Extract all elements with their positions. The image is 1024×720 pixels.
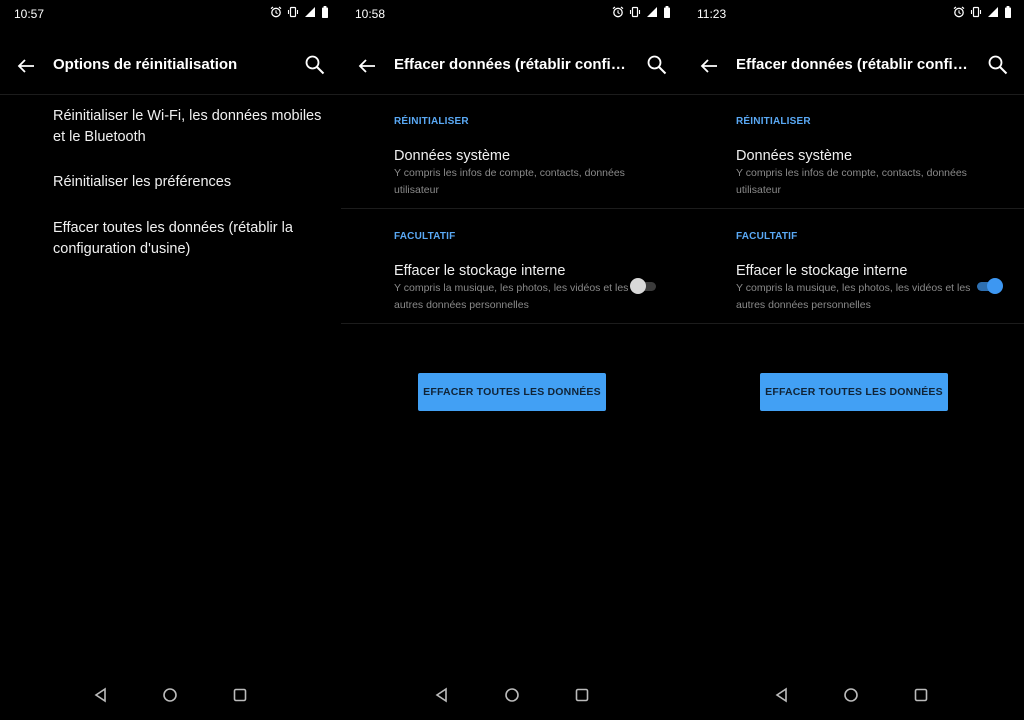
toggle-thumb bbox=[987, 278, 1003, 294]
section-label-optional: FACULTATIF bbox=[736, 231, 798, 242]
erase-storage-toggle[interactable] bbox=[975, 276, 1003, 296]
divider bbox=[341, 208, 683, 209]
search-icon[interactable] bbox=[645, 53, 669, 77]
nav-bar bbox=[683, 674, 1024, 720]
vibrate-icon bbox=[287, 6, 299, 18]
section-label-reset: RÉINITIALISER bbox=[736, 116, 811, 127]
system-data-title: Données système bbox=[736, 148, 853, 164]
screen-erase-data-off: 10:58 Effacer données (rétablir config. … bbox=[341, 0, 683, 720]
erase-storage-title[interactable]: Effacer le stockage interne bbox=[736, 263, 907, 279]
status-time: 11:23 bbox=[697, 7, 727, 21]
status-time: 10:58 bbox=[355, 7, 386, 21]
signal-icon bbox=[988, 7, 998, 17]
system-data-subtitle: Y compris les infos de compte, contacts,… bbox=[394, 167, 625, 196]
app-bar: Effacer données (rétablir config. d... bbox=[341, 36, 683, 95]
battery-icon bbox=[1005, 6, 1011, 18]
divider bbox=[341, 323, 683, 324]
alarm-icon bbox=[612, 6, 624, 18]
divider bbox=[683, 208, 1024, 209]
signal-icon bbox=[647, 7, 657, 17]
nav-recents-icon[interactable] bbox=[231, 686, 249, 704]
nav-back-icon[interactable] bbox=[92, 686, 110, 704]
nav-recents-icon[interactable] bbox=[912, 686, 930, 704]
section-label-optional: FACULTATIF bbox=[394, 231, 456, 242]
nav-home-icon[interactable] bbox=[842, 686, 860, 704]
status-icons bbox=[270, 6, 329, 18]
system-data-subtitle: Y compris les infos de compte, contacts,… bbox=[736, 167, 967, 196]
nav-home-icon[interactable] bbox=[503, 686, 521, 704]
status-icons bbox=[612, 6, 671, 18]
menu-item-reset-network[interactable]: Réinitialiser le Wi-Fi, les données mobi… bbox=[53, 106, 333, 148]
app-bar: Effacer données (rétablir config. d... bbox=[683, 36, 1024, 95]
erase-all-data-button[interactable]: EFFACER TOUTES LES DONNÉES bbox=[418, 373, 606, 411]
divider bbox=[683, 323, 1024, 324]
menu-item-factory-reset[interactable]: Effacer toutes les données (rétablir la … bbox=[53, 218, 333, 260]
nav-back-icon[interactable] bbox=[433, 686, 451, 704]
status-bar: 10:58 bbox=[341, 0, 683, 28]
nav-bar bbox=[0, 674, 341, 720]
section-label-reset: RÉINITIALISER bbox=[394, 116, 469, 127]
alarm-icon bbox=[270, 6, 282, 18]
vibrate-icon bbox=[970, 6, 982, 18]
battery-icon bbox=[322, 6, 328, 18]
nav-bar bbox=[341, 674, 683, 720]
status-time: 10:57 bbox=[14, 7, 45, 21]
search-icon[interactable] bbox=[303, 53, 327, 77]
toggle-thumb bbox=[630, 278, 646, 294]
menu-item-reset-preferences[interactable]: Réinitialiser les préférences bbox=[53, 172, 333, 193]
screen-reset-options: 10:57 Options de réinitialisation Réinit… bbox=[0, 0, 341, 720]
nav-recents-icon[interactable] bbox=[573, 686, 591, 704]
alarm-icon bbox=[953, 6, 965, 18]
vibrate-icon bbox=[629, 6, 641, 18]
back-arrow-icon[interactable] bbox=[355, 54, 379, 78]
erase-all-data-button[interactable]: EFFACER TOUTES LES DONNÉES bbox=[760, 373, 948, 411]
page-title: Effacer données (rétablir config. d... bbox=[736, 56, 972, 73]
back-arrow-icon[interactable] bbox=[697, 54, 721, 78]
signal-icon bbox=[305, 7, 315, 17]
erase-storage-title[interactable]: Effacer le stockage interne bbox=[394, 263, 565, 279]
back-arrow-icon[interactable] bbox=[14, 54, 38, 78]
erase-storage-subtitle: Y compris la musique, les photos, les vi… bbox=[736, 282, 971, 311]
nav-home-icon[interactable] bbox=[161, 686, 179, 704]
status-bar: 10:57 bbox=[0, 0, 341, 28]
screen-erase-data-on: 11:23 Effacer données (rétablir config. … bbox=[683, 0, 1024, 720]
erase-storage-subtitle: Y compris la musique, les photos, les vi… bbox=[394, 282, 629, 311]
system-data-title: Données système bbox=[394, 148, 511, 164]
status-bar: 11:23 bbox=[683, 0, 1024, 28]
battery-icon bbox=[664, 6, 670, 18]
page-title: Effacer données (rétablir config. d... bbox=[394, 56, 631, 73]
search-icon[interactable] bbox=[986, 53, 1010, 77]
nav-back-icon[interactable] bbox=[773, 686, 791, 704]
app-bar: Options de réinitialisation bbox=[0, 36, 341, 95]
erase-storage-toggle[interactable] bbox=[630, 276, 658, 296]
status-icons bbox=[953, 6, 1012, 18]
page-title: Options de réinitialisation bbox=[53, 56, 238, 73]
